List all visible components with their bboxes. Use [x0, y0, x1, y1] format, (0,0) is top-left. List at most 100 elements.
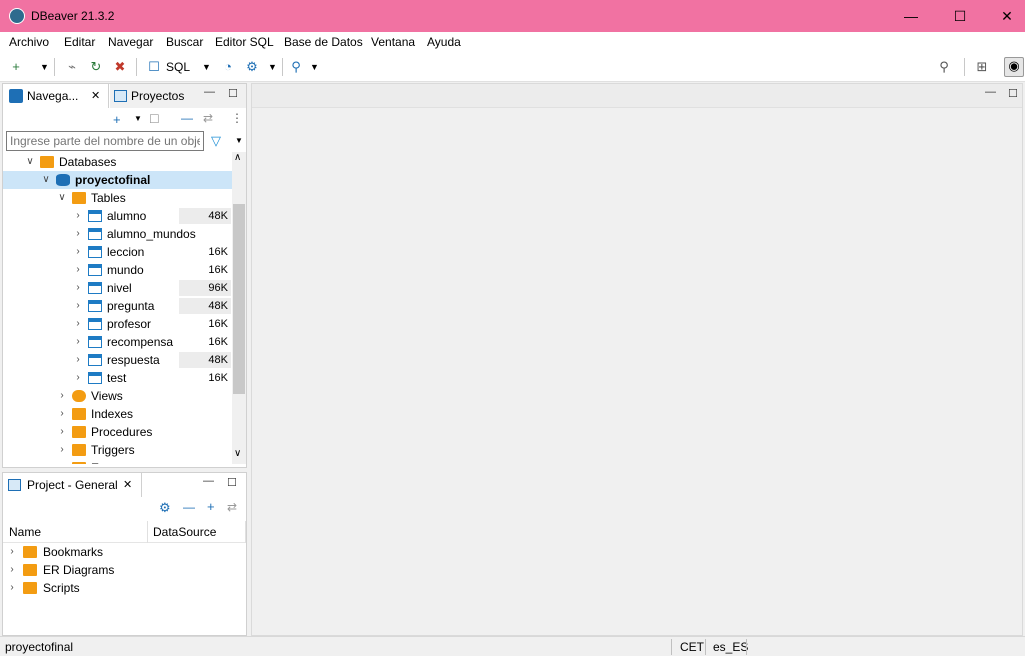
chevron-right-icon[interactable]: › [73, 351, 83, 369]
close-icon[interactable]: ✕ [91, 89, 100, 102]
sql-button-label[interactable]: SQL [166, 60, 190, 74]
navigator-filter-input[interactable] [6, 131, 204, 151]
minimize-button[interactable]: — [888, 0, 934, 32]
link-editor-icon[interactable]: ⇄ [227, 500, 237, 514]
menu-ventana[interactable]: Ventana [371, 35, 415, 49]
chevron-right-icon[interactable]: › [73, 369, 83, 387]
minimize-view-icon[interactable]: — [985, 86, 996, 98]
connect-icon[interactable]: ↻ [88, 59, 104, 75]
scroll-down-icon[interactable]: ∨ [234, 448, 241, 459]
tree-node-folder[interactable]: › Indexes [3, 405, 232, 423]
tree-node-folder[interactable]: › Events [3, 459, 232, 464]
chevron-down-icon[interactable]: ▼ [202, 59, 211, 75]
table-row[interactable]: › test 16K [3, 369, 232, 387]
new-folder-icon[interactable]: ☐ [149, 112, 160, 126]
tree-node-tables[interactable]: ∨ Tables [3, 189, 232, 207]
column-header-name[interactable]: Name [9, 525, 41, 539]
chevron-down-icon[interactable]: ▼ [235, 136, 243, 145]
collapse-all-icon[interactable]: — [181, 111, 193, 125]
table-row[interactable]: › profesor 16K [3, 315, 232, 333]
table-row[interactable]: › nivel 96K [3, 279, 232, 297]
menu-editar[interactable]: Editar [64, 35, 95, 49]
scroll-up-icon[interactable]: ∧ [234, 152, 241, 163]
close-icon[interactable]: ✕ [123, 478, 132, 491]
chevron-right-icon[interactable]: › [73, 261, 83, 279]
chevron-right-icon[interactable]: › [73, 315, 83, 333]
table-row[interactable]: › pregunta 48K [3, 297, 232, 315]
table-row[interactable]: › alumno 48K [3, 207, 232, 225]
close-button[interactable]: ✕ [984, 0, 1025, 32]
collapse-all-icon[interactable]: — [183, 500, 195, 514]
menu-ayuda[interactable]: Ayuda [427, 35, 461, 49]
column-header-datasource[interactable]: DataSource [153, 525, 216, 539]
chevron-right-icon[interactable]: › [73, 243, 83, 261]
table-size-badge: 16K [208, 264, 228, 276]
tab-projects[interactable]: Proyectos — ☐ [110, 84, 246, 108]
chevron-right-icon[interactable]: › [57, 405, 67, 423]
scrollbar-thumb[interactable] [233, 204, 245, 394]
chevron-right-icon[interactable]: › [73, 207, 83, 225]
maximize-view-icon[interactable]: ☐ [228, 87, 238, 100]
chevron-right-icon[interactable]: › [73, 279, 83, 297]
sql-editor-icon[interactable]: ☐ [146, 59, 162, 75]
menu-buscar[interactable]: Buscar [166, 35, 203, 49]
chevron-right-icon[interactable]: › [57, 441, 67, 459]
chevron-right-icon[interactable]: › [73, 225, 83, 243]
maximize-view-icon[interactable]: ☐ [1008, 87, 1018, 100]
chevron-down-icon[interactable]: ▼ [268, 59, 277, 75]
navigator-scrollbar[interactable]: ∧ ∨ [232, 152, 246, 464]
transaction-icon[interactable]: ⚙ [244, 59, 260, 75]
project-item-er-diagrams[interactable]: › ER Diagrams [3, 561, 233, 579]
chevron-down-icon[interactable]: ▼ [134, 114, 142, 123]
chevron-down-icon[interactable]: ▼ [310, 59, 319, 75]
project-item-bookmarks[interactable]: › Bookmarks [3, 543, 233, 561]
chevron-right-icon[interactable]: › [7, 543, 17, 561]
tree-node-connection[interactable]: ∨ proyectofinal [3, 171, 232, 189]
gear-icon[interactable]: ⚙ [159, 500, 171, 516]
tree-node-folder[interactable]: › Triggers [3, 441, 232, 459]
tree-node-folder[interactable]: › Views [3, 387, 232, 405]
tab-navigator[interactable]: Navega... ✕ [3, 84, 109, 108]
table-row[interactable]: › alumno_mundos [3, 225, 232, 243]
plug-icon[interactable]: ⌁ [64, 59, 80, 75]
project-item-scripts[interactable]: › Scripts [3, 579, 233, 597]
table-row[interactable]: › leccion 16K [3, 243, 232, 261]
link-editor-icon[interactable]: ⇄ [203, 111, 213, 125]
dbeaver-perspective-icon[interactable]: ◉ [1004, 57, 1024, 77]
chevron-right-icon[interactable]: › [57, 459, 67, 464]
tree-node-folder[interactable]: › Procedures [3, 423, 232, 441]
minimize-view-icon[interactable]: — [203, 475, 214, 487]
tree-node-databases[interactable]: ∨ Databases [3, 153, 232, 171]
chevron-down-icon[interactable]: ∨ [41, 171, 51, 189]
global-search-icon[interactable]: ⚲ [936, 59, 952, 75]
chevron-right-icon[interactable]: › [7, 579, 17, 597]
expand-all-icon[interactable]: + [207, 499, 215, 514]
new-connection-icon[interactable]: + [8, 59, 24, 75]
table-row[interactable]: › respuesta 48K [3, 351, 232, 369]
filter-icon[interactable]: ▽ [211, 133, 221, 149]
disconnect-icon[interactable]: ✖ [112, 59, 128, 75]
menu-navegar[interactable]: Navegar [108, 35, 153, 49]
dashboard-icon[interactable]: ◔ [220, 59, 236, 75]
chevron-down-icon[interactable]: ∨ [25, 153, 35, 171]
maximize-button[interactable]: ☐ [937, 0, 983, 32]
table-row[interactable]: › mundo 16K [3, 261, 232, 279]
new-connection-icon[interactable]: + [113, 112, 121, 127]
chevron-right-icon[interactable]: › [73, 333, 83, 351]
maximize-view-icon[interactable]: ☐ [227, 476, 237, 489]
table-row[interactable]: › recompensa 16K [3, 333, 232, 351]
chevron-right-icon[interactable]: › [57, 387, 67, 405]
chevron-right-icon[interactable]: › [57, 423, 67, 441]
open-perspective-icon[interactable]: ⊞ [974, 59, 990, 75]
menu-archivo[interactable]: Archivo [9, 35, 49, 49]
menu-base-de-datos[interactable]: Base de Datos [284, 35, 363, 49]
minimize-view-icon[interactable]: — [204, 86, 215, 98]
search-icon[interactable]: ⚲ [288, 59, 304, 75]
chevron-down-icon[interactable]: ∨ [57, 189, 67, 207]
chevron-down-icon[interactable]: ▼ [40, 59, 49, 75]
chevron-right-icon[interactable]: › [73, 297, 83, 315]
tab-project-general[interactable]: Project - General ✕ [3, 473, 142, 497]
chevron-right-icon[interactable]: › [7, 561, 17, 579]
menu-editor-sql[interactable]: Editor SQL [215, 35, 274, 49]
view-menu-icon[interactable]: ⋮ [231, 111, 243, 125]
